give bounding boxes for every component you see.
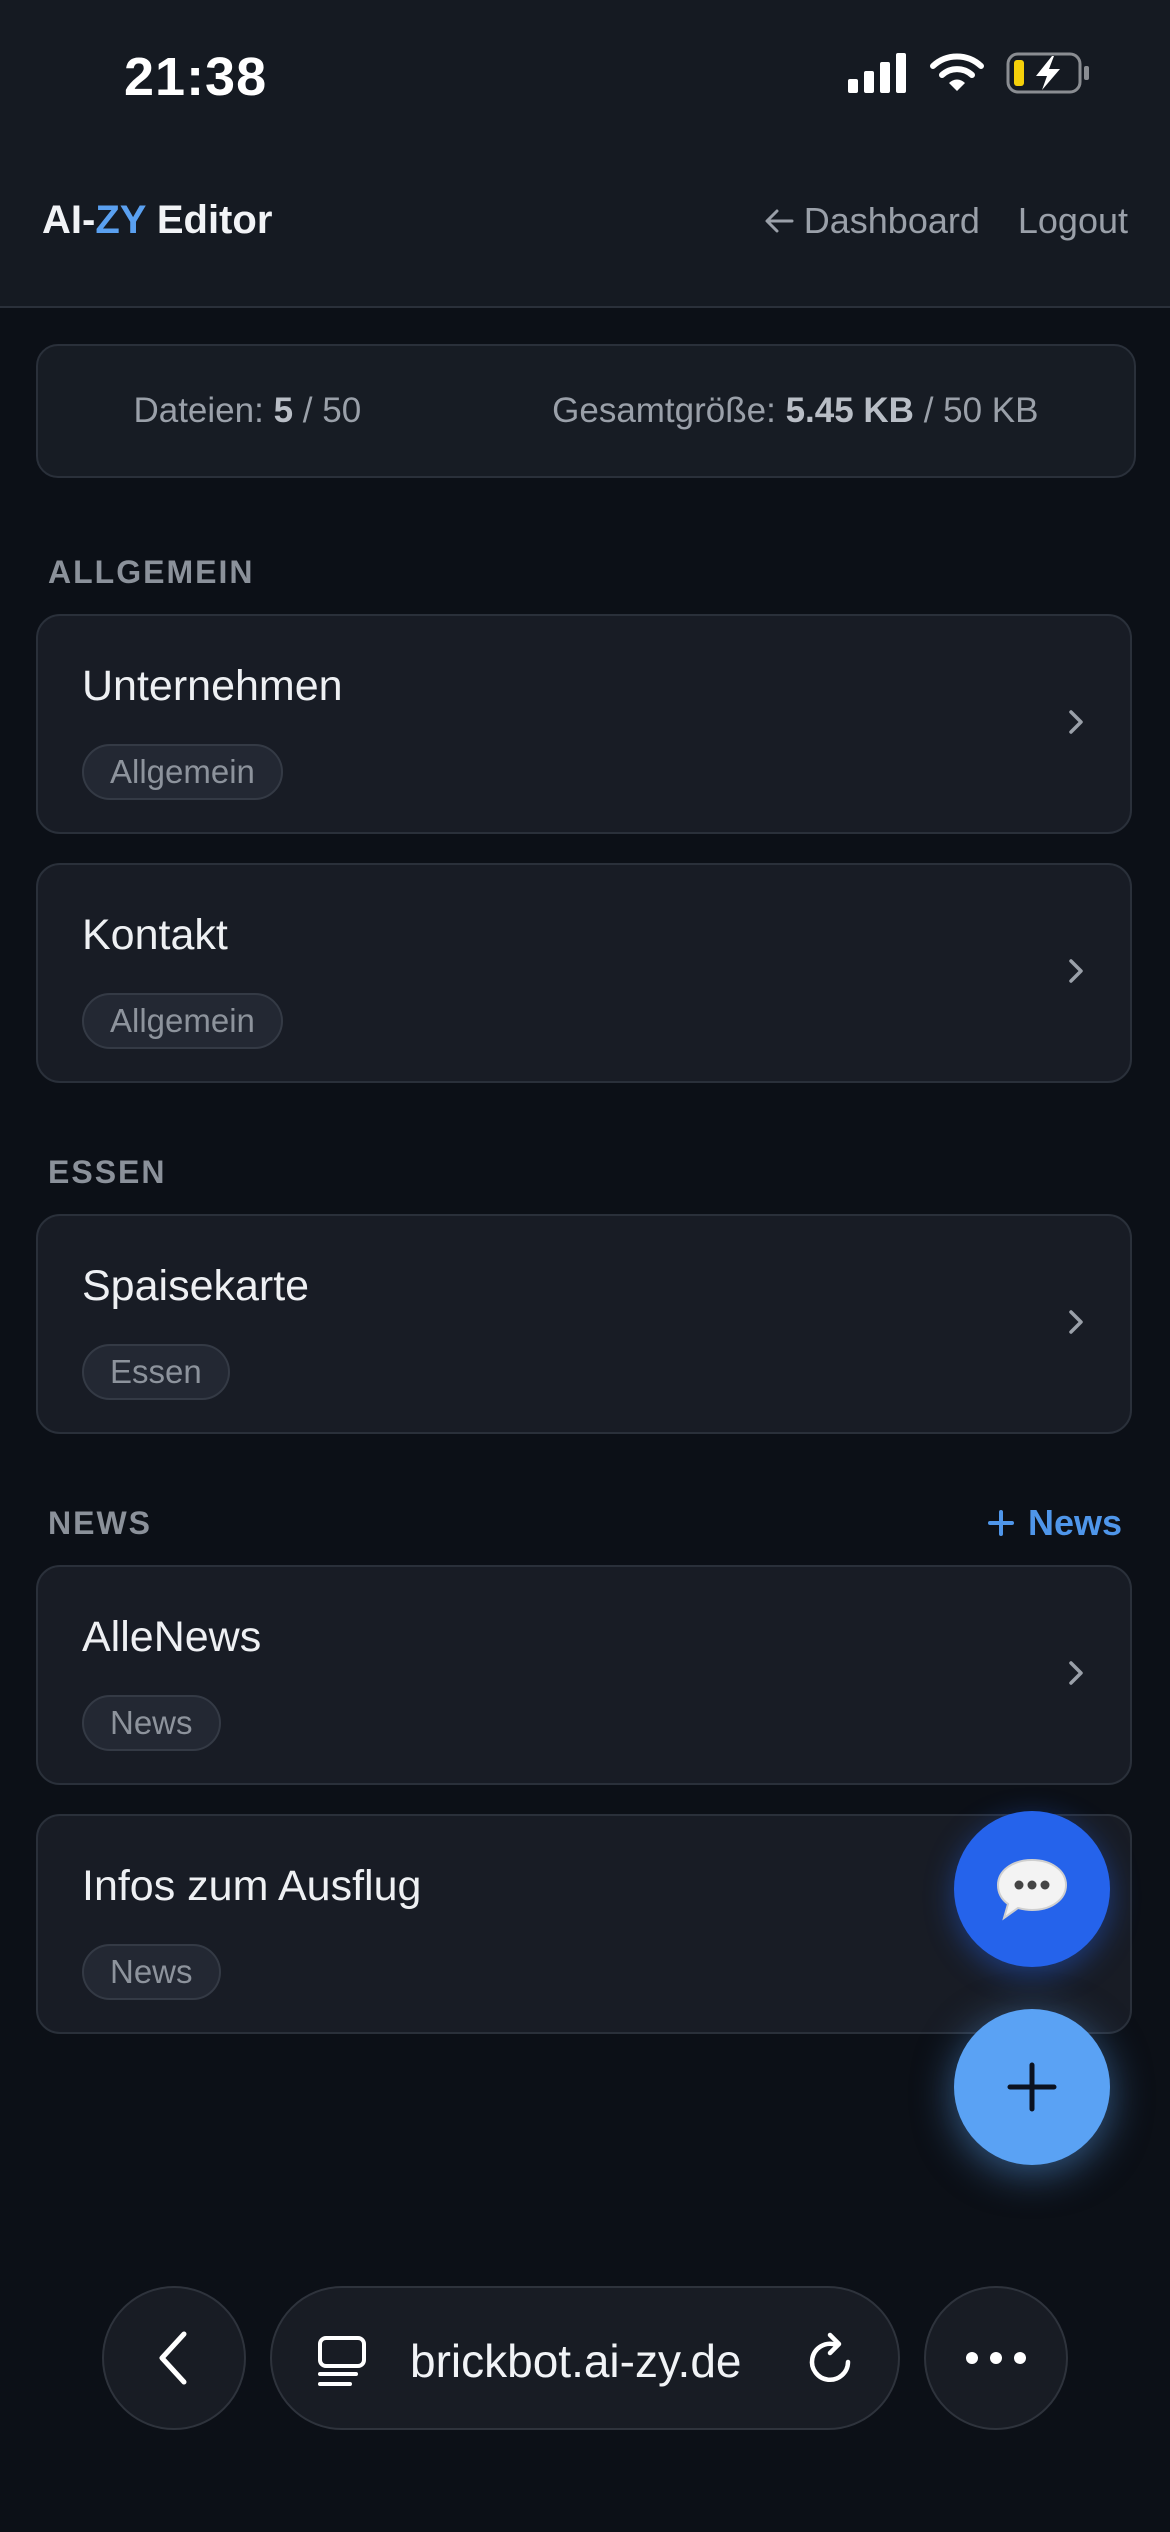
storage-stats: Dateien: 5 / 50 Gesamtgröße: 5.45 KB / 5… bbox=[36, 344, 1136, 478]
file-card-allenews[interactable]: AlleNews News bbox=[36, 1565, 1132, 1785]
chevron-right-icon bbox=[1069, 1310, 1083, 1334]
chevron-right-icon bbox=[1069, 959, 1083, 983]
brand-accent: ZY bbox=[95, 198, 146, 242]
add-news-button[interactable]: News bbox=[987, 1502, 1122, 1544]
file-card-spaisekarte[interactable]: Spaisekarte Essen bbox=[36, 1214, 1132, 1434]
section-label-essen: ESSEN bbox=[48, 1154, 167, 1190]
files-count: 5 bbox=[273, 391, 294, 430]
file-title: Spaisekarte bbox=[82, 1262, 310, 1310]
battery-charging-icon bbox=[1006, 52, 1089, 94]
file-title: Infos zum Ausflug bbox=[82, 1862, 422, 1910]
chevron-left-icon bbox=[159, 2331, 187, 2385]
url-text: brickbot.ai-zy.de bbox=[410, 2335, 742, 2387]
files-label: Dateien: bbox=[133, 391, 264, 430]
section-label-news: NEWS bbox=[48, 1505, 152, 1541]
browser-back-button[interactable] bbox=[102, 2286, 246, 2430]
dashboard-label: Dashboard bbox=[803, 200, 980, 241]
file-card-unternehmen[interactable]: Unternehmen Allgemein bbox=[36, 614, 1132, 834]
header-nav: Dashboard Logout bbox=[764, 200, 1128, 242]
app-header: AI-ZY Editor Dashboard Logout bbox=[0, 150, 1170, 308]
files-limit: / 50 bbox=[302, 391, 362, 430]
status-bar: 21:38 bbox=[0, 0, 1170, 150]
chat-fab-button[interactable] bbox=[954, 1811, 1110, 1967]
brand-prefix: AI- bbox=[42, 198, 96, 242]
app-title: AI-ZY Editor bbox=[42, 198, 272, 243]
category-tag: Essen bbox=[82, 1344, 230, 1400]
arrow-left-icon bbox=[765, 209, 794, 233]
file-title: Kontakt bbox=[82, 911, 228, 959]
add-file-fab-button[interactable] bbox=[954, 2009, 1110, 2165]
file-title: AlleNews bbox=[82, 1613, 262, 1661]
reload-icon[interactable] bbox=[804, 2332, 858, 2388]
brand-suffix: Editor bbox=[145, 198, 273, 242]
plus-icon bbox=[1007, 2062, 1057, 2112]
total-size: Gesamtgröße: 5.45 KB / 50 KB bbox=[552, 391, 1038, 431]
dashboard-link[interactable]: Dashboard bbox=[764, 200, 980, 242]
size-label: Gesamtgröße: bbox=[552, 391, 776, 430]
logout-link[interactable]: Logout bbox=[1018, 200, 1128, 242]
add-news-label: News bbox=[1027, 1502, 1122, 1543]
section-label-allgemein: ALLGEMEIN bbox=[48, 554, 255, 590]
speech-bubble-icon bbox=[996, 1858, 1068, 1921]
category-tag: News bbox=[82, 1944, 221, 2000]
file-card-kontakt[interactable]: Kontakt Allgemein bbox=[36, 863, 1132, 1083]
size-value: 5.45 KB bbox=[785, 391, 914, 430]
category-tag: Allgemein bbox=[82, 993, 283, 1049]
browser-more-button[interactable] bbox=[924, 2286, 1068, 2430]
category-tag: Allgemein bbox=[82, 744, 283, 800]
address-bar[interactable]: brickbot.ai-zy.de bbox=[270, 2286, 900, 2430]
plus-icon bbox=[987, 1510, 1014, 1536]
signal-icon bbox=[848, 53, 906, 93]
size-limit: / 50 KB bbox=[923, 391, 1039, 430]
category-tag: News bbox=[82, 1695, 221, 1751]
logout-label: Logout bbox=[1017, 200, 1128, 241]
status-icons bbox=[848, 52, 1090, 94]
more-dots-icon bbox=[966, 2352, 1026, 2364]
status-time: 21:38 bbox=[124, 47, 268, 107]
wifi-icon bbox=[930, 53, 984, 91]
page-tabs-icon bbox=[318, 2336, 366, 2386]
file-title: Unternehmen bbox=[82, 662, 343, 710]
file-count: Dateien: 5 / 50 bbox=[133, 391, 361, 431]
chevron-right-icon bbox=[1069, 1661, 1083, 1685]
chevron-right-icon bbox=[1069, 710, 1083, 734]
